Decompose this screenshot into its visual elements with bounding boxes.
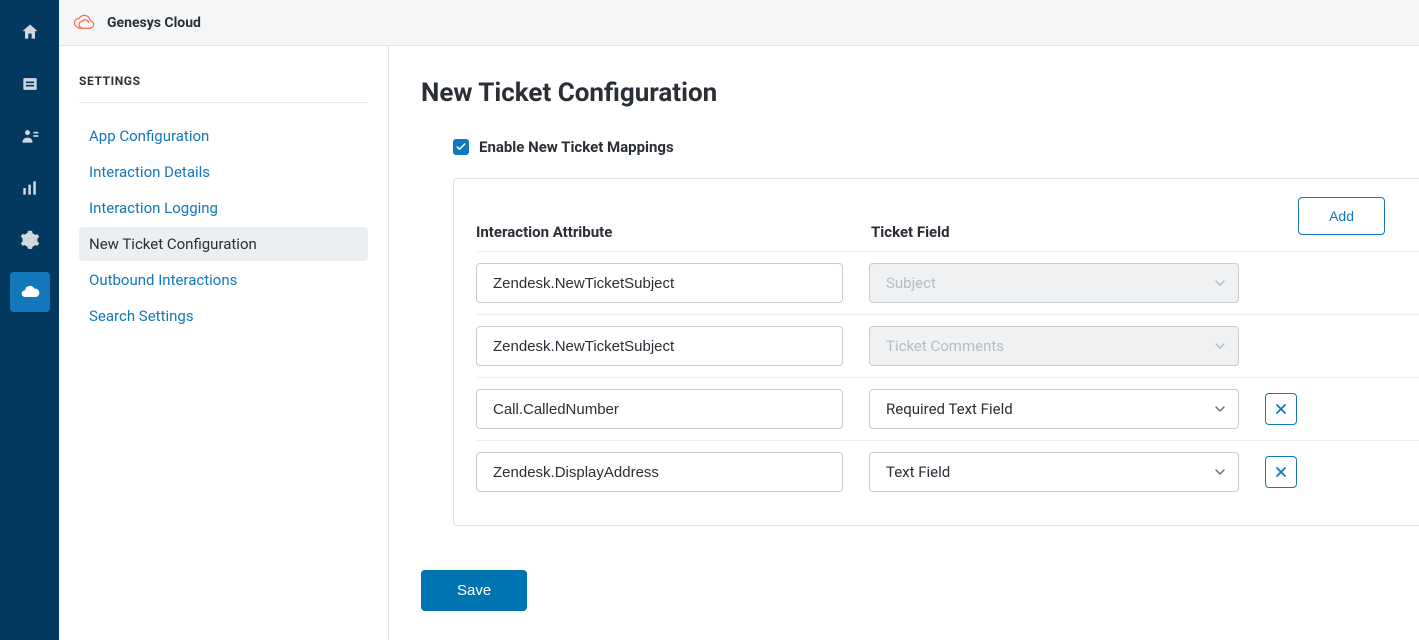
sidebar-item-search-settings[interactable]: Search Settings	[79, 299, 368, 333]
mappings-header: Interaction Attribute Ticket Field Add	[476, 201, 1419, 241]
rail-settings[interactable]	[10, 220, 50, 260]
select-value: Required Text Field	[886, 400, 1013, 418]
page-title: New Ticket Configuration	[421, 78, 1419, 108]
rail-tickets[interactable]	[10, 64, 50, 104]
sidebar-link[interactable]: Interaction Logging	[89, 199, 218, 217]
add-button[interactable]: Add	[1298, 197, 1385, 235]
sidebar-item-interaction-logging[interactable]: Interaction Logging	[79, 191, 368, 225]
ticket-field-select[interactable]: Required Text Field	[869, 389, 1239, 429]
sidebar-link[interactable]: Search Settings	[89, 307, 194, 325]
rail-home[interactable]	[10, 12, 50, 52]
attribute-input[interactable]	[476, 452, 843, 492]
rail-users[interactable]	[10, 116, 50, 156]
ticket-field-select: Subject	[869, 263, 1239, 303]
select-value: Text Field	[886, 463, 950, 481]
close-icon	[1275, 403, 1287, 415]
remove-button[interactable]	[1265, 456, 1297, 488]
brand-logo-icon	[73, 14, 97, 32]
remove-button[interactable]	[1265, 393, 1297, 425]
enable-row: Enable New Ticket Mappings	[453, 138, 1419, 156]
topbar: Genesys Cloud	[59, 0, 1419, 46]
ticket-field-select[interactable]: Text Field	[869, 452, 1239, 492]
chevron-down-icon	[1214, 340, 1226, 352]
rail-analytics[interactable]	[10, 168, 50, 208]
sidebar-item-outbound-interactions[interactable]: Outbound Interactions	[79, 263, 368, 297]
col-ticket-field: Ticket Field	[871, 223, 1241, 241]
app-container: Genesys Cloud SETTINGS App Configuration…	[59, 0, 1419, 640]
settings-sidebar: SETTINGS App Configuration Interaction D…	[59, 46, 389, 640]
chevron-down-icon	[1214, 403, 1226, 415]
main-content: New Ticket Configuration Enable New Tick…	[389, 46, 1419, 640]
mapping-row: Text Field	[476, 440, 1419, 503]
settings-title: SETTINGS	[79, 74, 368, 103]
sidebar-item-new-ticket-configuration[interactable]: New Ticket Configuration	[79, 227, 368, 261]
cloud-icon	[20, 282, 40, 302]
sidebar-link[interactable]: New Ticket Configuration	[89, 235, 257, 253]
mapping-row: Ticket Comments	[476, 314, 1419, 377]
left-icon-rail	[0, 0, 59, 640]
mapping-row: Subject	[476, 251, 1419, 314]
enable-label: Enable New Ticket Mappings	[479, 138, 674, 156]
tickets-icon	[20, 74, 40, 94]
check-icon	[455, 141, 467, 153]
rail-cloud[interactable]	[10, 272, 50, 312]
brand-name: Genesys Cloud	[107, 15, 201, 31]
chevron-down-icon	[1214, 277, 1226, 289]
select-value: Subject	[886, 274, 936, 292]
select-value: Ticket Comments	[886, 337, 1004, 355]
attribute-input[interactable]	[476, 389, 843, 429]
col-interaction-attribute: Interaction Attribute	[476, 223, 871, 241]
close-icon	[1275, 466, 1287, 478]
chevron-down-icon	[1214, 466, 1226, 478]
brand: Genesys Cloud	[73, 14, 201, 32]
attribute-input[interactable]	[476, 263, 843, 303]
enable-checkbox[interactable]	[453, 139, 469, 155]
gear-icon	[20, 230, 40, 250]
mapping-row: Required Text Field	[476, 377, 1419, 440]
settings-nav: App Configuration Interaction Details In…	[79, 119, 368, 333]
attribute-input[interactable]	[476, 326, 843, 366]
sidebar-link[interactable]: App Configuration	[89, 127, 209, 145]
save-button[interactable]: Save	[421, 570, 527, 611]
sidebar-item-interaction-details[interactable]: Interaction Details	[79, 155, 368, 189]
users-icon	[20, 126, 40, 146]
ticket-field-select: Ticket Comments	[869, 326, 1239, 366]
home-icon	[20, 22, 40, 42]
sidebar-link[interactable]: Interaction Details	[89, 163, 210, 181]
body: SETTINGS App Configuration Interaction D…	[59, 46, 1419, 640]
analytics-icon	[20, 178, 40, 198]
mappings-panel: Interaction Attribute Ticket Field Add S…	[453, 178, 1419, 526]
sidebar-item-app-configuration[interactable]: App Configuration	[79, 119, 368, 153]
sidebar-link[interactable]: Outbound Interactions	[89, 271, 237, 289]
